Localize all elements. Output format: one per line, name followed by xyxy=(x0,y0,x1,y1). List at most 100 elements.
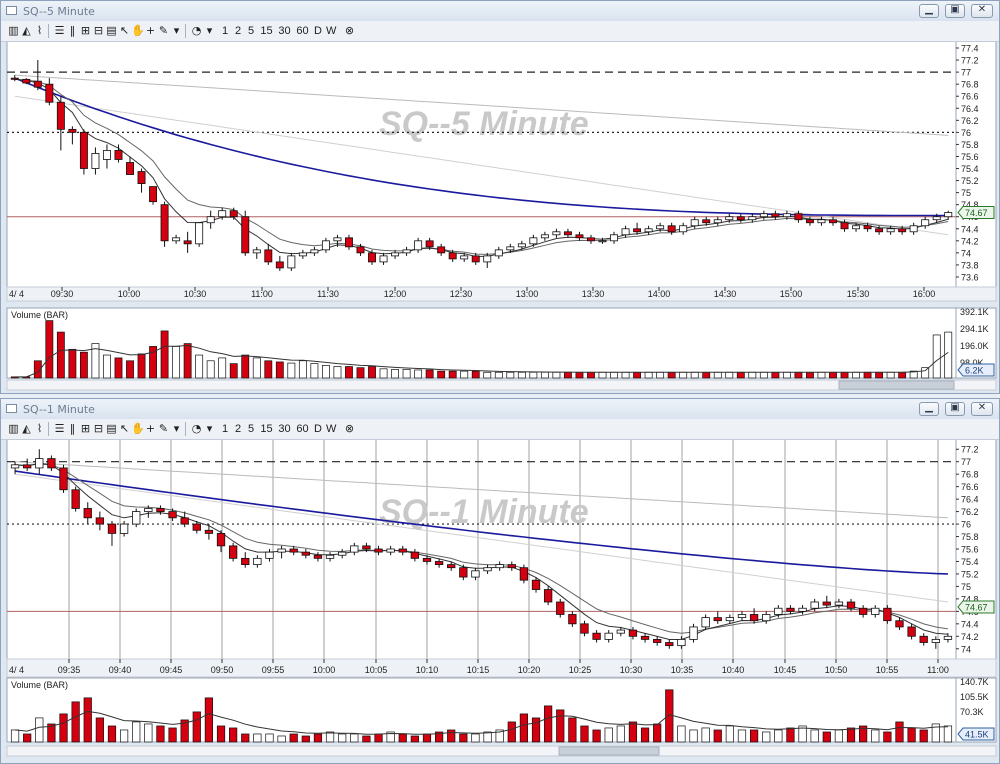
minimize-button[interactable]: ▁ xyxy=(919,4,939,18)
volume-bar[interactable] xyxy=(774,729,783,743)
candle-body[interactable] xyxy=(552,231,561,236)
volume-bar[interactable] xyxy=(771,371,780,379)
candle-body[interactable] xyxy=(386,548,395,553)
volume-bar[interactable] xyxy=(529,371,538,379)
volume-bar[interactable] xyxy=(653,723,662,743)
volume-bar[interactable] xyxy=(204,697,214,743)
volume-bar[interactable] xyxy=(321,365,330,379)
candle-body[interactable] xyxy=(425,240,434,248)
dropdown-arrow-icon[interactable]: ▾ xyxy=(203,24,216,38)
volume-bar[interactable] xyxy=(402,369,411,379)
candle-body[interactable] xyxy=(898,228,907,233)
zoom-in-icon[interactable]: ⊞ xyxy=(79,422,92,436)
candle-body[interactable] xyxy=(410,551,420,559)
volume-bar[interactable] xyxy=(713,729,722,743)
candle-body[interactable] xyxy=(883,607,892,622)
volume-bar[interactable] xyxy=(519,713,529,743)
candle-body[interactable] xyxy=(871,607,880,615)
volume-bar[interactable] xyxy=(107,725,117,743)
candle-body[interactable] xyxy=(762,614,771,622)
volume-bar[interactable] xyxy=(422,733,432,743)
candle-body[interactable] xyxy=(252,249,261,254)
candle-body[interactable] xyxy=(47,458,56,469)
candle-body[interactable] xyxy=(519,567,529,581)
candle-body[interactable] xyxy=(725,617,735,622)
candle-body[interactable] xyxy=(782,213,791,218)
candle-body[interactable] xyxy=(736,216,745,221)
candle-body[interactable] xyxy=(610,234,619,242)
volume-bar[interactable] xyxy=(677,725,686,743)
clock-icon[interactable]: ◔ xyxy=(190,422,203,436)
candle-body[interactable] xyxy=(786,607,795,612)
volume-bar[interactable] xyxy=(806,371,814,379)
volume-bar[interactable] xyxy=(71,701,80,743)
candle-body[interactable] xyxy=(149,186,158,203)
volume-bar[interactable] xyxy=(368,366,376,379)
volume-bar[interactable] xyxy=(898,371,907,379)
candle-body[interactable] xyxy=(132,511,141,525)
crosshair-icon[interactable]: + xyxy=(144,422,157,436)
candle-body[interactable] xyxy=(229,210,238,218)
volume-bar[interactable] xyxy=(598,371,607,379)
candle-body[interactable] xyxy=(822,601,831,606)
candle-body[interactable] xyxy=(805,219,814,224)
candle-body[interactable] xyxy=(507,564,516,569)
volume-bar[interactable] xyxy=(840,371,849,379)
candle-body[interactable] xyxy=(35,458,44,469)
volume-bar[interactable] xyxy=(817,371,826,379)
candle-body[interactable] xyxy=(368,252,376,263)
volume-bar[interactable] xyxy=(592,729,601,743)
line-chart-icon[interactable]: ⌇ xyxy=(33,24,46,38)
candle-body[interactable] xyxy=(604,632,613,640)
candle-body[interactable] xyxy=(598,240,607,243)
volume-bar[interactable] xyxy=(621,371,630,379)
volume-bar[interactable] xyxy=(398,733,407,743)
volume-bar[interactable] xyxy=(822,731,831,743)
hand-icon[interactable]: ✋ xyxy=(131,422,145,436)
volume-bar[interactable] xyxy=(883,731,892,743)
candle-body[interactable] xyxy=(379,255,388,263)
volume-bar[interactable] xyxy=(10,729,20,743)
bar-chart-icon[interactable]: ▥ xyxy=(7,422,20,436)
volume-bar[interactable] xyxy=(782,371,791,379)
zoom-in-icon[interactable]: ⊞ xyxy=(79,24,92,38)
timeframe-1-button[interactable]: 1 xyxy=(220,422,230,436)
candle-body[interactable] xyxy=(301,551,310,556)
volume-bar[interactable] xyxy=(45,320,54,379)
timeframe-30-button[interactable]: 30 xyxy=(277,24,292,38)
clock-icon[interactable]: ◔ xyxy=(190,24,203,38)
candle-body[interactable] xyxy=(656,225,665,230)
volume-bar[interactable] xyxy=(794,371,803,379)
volume-bar[interactable] xyxy=(126,360,134,379)
candle-body[interactable] xyxy=(506,246,515,251)
candle-body[interactable] xyxy=(829,219,837,224)
timeframe-w-button[interactable]: W xyxy=(326,422,336,436)
candle-body[interactable] xyxy=(168,511,177,519)
candle-body[interactable] xyxy=(840,222,849,230)
candle-body[interactable] xyxy=(414,240,423,251)
volume-bar[interactable] xyxy=(506,371,515,379)
volume-bar[interactable] xyxy=(665,689,674,743)
volume-bar[interactable] xyxy=(907,727,916,743)
candle-body[interactable] xyxy=(362,545,371,550)
pencil-icon[interactable]: ✎ xyxy=(157,24,170,38)
candle-body[interactable] xyxy=(483,567,492,572)
volume-bar[interactable] xyxy=(362,735,371,743)
candle-body[interactable] xyxy=(434,561,444,565)
candle-body[interactable] xyxy=(172,237,181,242)
volume-bar[interactable] xyxy=(183,343,192,379)
candle-body[interactable] xyxy=(68,128,77,133)
candle-body[interactable] xyxy=(846,601,856,609)
volume-bar[interactable] xyxy=(253,733,262,743)
candle-body[interactable] xyxy=(592,632,601,640)
candle-body[interactable] xyxy=(91,153,100,169)
volume-bar[interactable] xyxy=(640,727,650,743)
candle-body[interactable] xyxy=(633,228,642,233)
volume-bar[interactable] xyxy=(679,371,688,379)
volume-bar[interactable] xyxy=(762,731,771,743)
save-icon[interactable]: ▤ xyxy=(105,24,118,38)
candle-body[interactable] xyxy=(374,548,383,553)
title-bar[interactable]: SQ--5 Minute ▁ ▣ ✕ xyxy=(1,1,999,21)
candle-body[interactable] xyxy=(107,523,117,534)
volume-bar[interactable] xyxy=(863,371,872,379)
